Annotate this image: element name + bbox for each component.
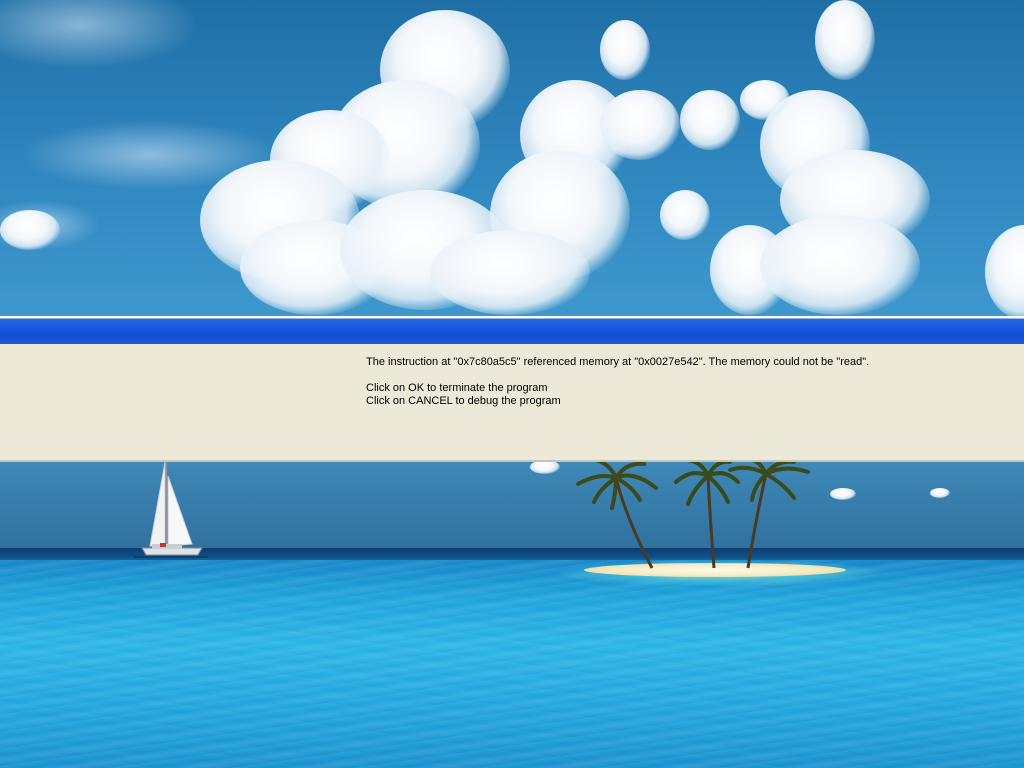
ocean bbox=[0, 560, 1024, 768]
dialog-title-bar[interactable] bbox=[0, 316, 1024, 344]
cancel-instruction: Click on CANCEL to debug the program bbox=[366, 395, 561, 407]
message-spacer bbox=[366, 369, 869, 382]
error-dialog: The instruction at "0x7c80a5c5" referenc… bbox=[0, 316, 1024, 462]
error-message-detail: The instruction at "0x7c80a5c5" referenc… bbox=[366, 356, 870, 368]
ok-instruction: Click on OK to terminate the program bbox=[366, 382, 548, 394]
sailboat-icon bbox=[134, 460, 208, 558]
dialog-body: The instruction at "0x7c80a5c5" referenc… bbox=[0, 344, 1024, 462]
palm-trees-icon bbox=[576, 458, 810, 569]
error-message: The instruction at "0x7c80a5c5" referenc… bbox=[366, 356, 869, 408]
